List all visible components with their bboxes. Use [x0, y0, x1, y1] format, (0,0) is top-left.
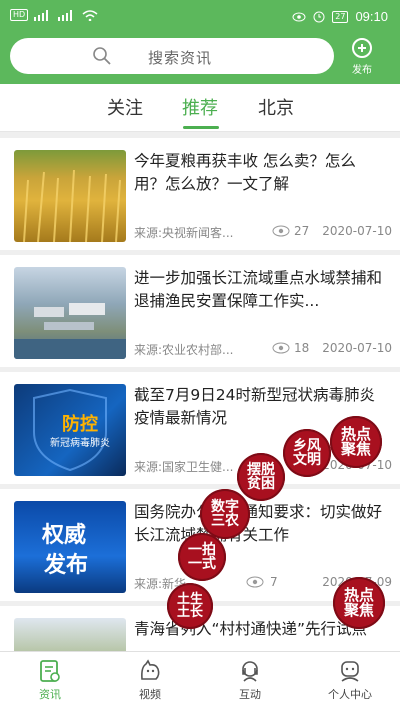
plus-icon	[352, 38, 372, 58]
nav-interact[interactable]: 互动	[200, 652, 300, 711]
status-time: 09:10	[355, 9, 388, 24]
publish-label: 发布	[352, 65, 372, 76]
signal-icon	[34, 9, 49, 21]
bottom-nav: 资讯 视频 互动 个人中心	[0, 651, 400, 711]
app-header: HD 27 09:10 搜索资讯 发布	[0, 0, 400, 84]
tab-bar: 关注 推荐 北京	[0, 84, 400, 132]
nav-label: 资讯	[39, 688, 61, 701]
publish-button[interactable]: 发布	[344, 38, 380, 76]
stamp-badge[interactable]: 土生土长	[167, 583, 213, 629]
nav-video[interactable]: 视频	[100, 652, 200, 711]
tab-beijing[interactable]: 北京	[258, 94, 294, 120]
battery-icon: 27	[332, 10, 349, 23]
views-icon	[272, 342, 290, 354]
news-thumbnail	[14, 618, 126, 651]
stamp-badge[interactable]: 乡风文明	[283, 429, 331, 477]
news-thumbnail: 权威 发布	[14, 501, 126, 593]
signal-2-icon	[58, 9, 73, 21]
search-icon	[93, 47, 111, 65]
hd-icon: HD	[10, 9, 29, 21]
news-date: 2020-07-10	[322, 341, 392, 355]
news-title[interactable]: 进一步加强长江流域重点水域禁捕和退捕渔民安置保障工作实...	[134, 267, 386, 313]
news-title[interactable]: 今年夏粮再获丰收 怎么卖？怎么用？怎么放？一文了解	[134, 150, 386, 196]
thumb-text-main: 权威	[42, 523, 87, 548]
news-thumbnail: 防控 新冠病毒肺炎	[14, 384, 126, 476]
news-views: 7	[270, 575, 278, 589]
status-bar: HD 27 09:10	[0, 0, 400, 32]
news-source: 来源:国家卫生健...	[134, 460, 234, 474]
news-card[interactable]: 今年夏粮再获丰收 怎么卖？怎么用？怎么放？一文了解 来源:央视新闻客... 27…	[0, 138, 400, 250]
stamp-badge[interactable]: 摆脱贫困	[237, 453, 285, 501]
views-icon	[272, 225, 290, 237]
thumb-text-sub: 新冠病毒肺炎	[50, 438, 110, 449]
news-views: 27	[294, 224, 310, 238]
search-input[interactable]: 搜索资讯	[10, 38, 334, 74]
eye-comfort-icon	[292, 12, 306, 21]
news-views: 18	[294, 341, 310, 355]
nav-profile[interactable]: 个人中心	[300, 652, 400, 711]
news-title[interactable]: 国务院办公厅发通知要求：切实做好长江流域禁捕有关工作	[134, 501, 386, 547]
news-card[interactable]: 进一步加强长江流域重点水域禁捕和退捕渔民安置保障工作实... 来源:农业农村部.…	[0, 255, 400, 367]
interact-icon	[242, 661, 258, 682]
news-feed[interactable]: 今年夏粮再获丰收 怎么卖？怎么用？怎么放？一文了解 来源:央视新闻客... 27…	[0, 133, 400, 651]
nav-label: 互动	[239, 688, 261, 701]
tab-indicator	[183, 126, 219, 129]
nav-news[interactable]: 资讯	[0, 652, 100, 711]
stamp-badge[interactable]: 热点聚焦	[333, 577, 385, 629]
news-thumbnail	[14, 267, 126, 359]
news-icon	[40, 660, 60, 682]
nav-label: 视频	[139, 688, 161, 701]
stamp-badge[interactable]: 热点聚焦	[330, 416, 382, 468]
news-source: 来源:央视新闻客...	[134, 226, 234, 240]
aerial-port-image	[14, 303, 126, 359]
nav-label: 个人中心	[328, 688, 372, 701]
wheat-image	[23, 169, 121, 242]
views-icon	[246, 576, 264, 588]
alarm-icon	[313, 11, 325, 22]
search-placeholder: 搜索资讯	[148, 49, 213, 67]
wifi-icon	[82, 9, 98, 21]
thumb-text-sub: 发布	[44, 553, 89, 578]
news-thumbnail	[14, 150, 126, 242]
news-source: 来源:农业农村部...	[134, 343, 234, 357]
tab-recommend[interactable]: 推荐	[182, 94, 218, 120]
video-icon	[141, 659, 160, 680]
stamp-badge[interactable]: 数字三农	[200, 489, 250, 539]
thumb-text-main: 防控	[62, 414, 98, 435]
tab-follow[interactable]: 关注	[107, 94, 143, 120]
news-date: 2020-07-10	[322, 224, 392, 238]
profile-icon	[341, 661, 359, 682]
stamp-badge[interactable]: 一拍一式	[178, 533, 226, 581]
